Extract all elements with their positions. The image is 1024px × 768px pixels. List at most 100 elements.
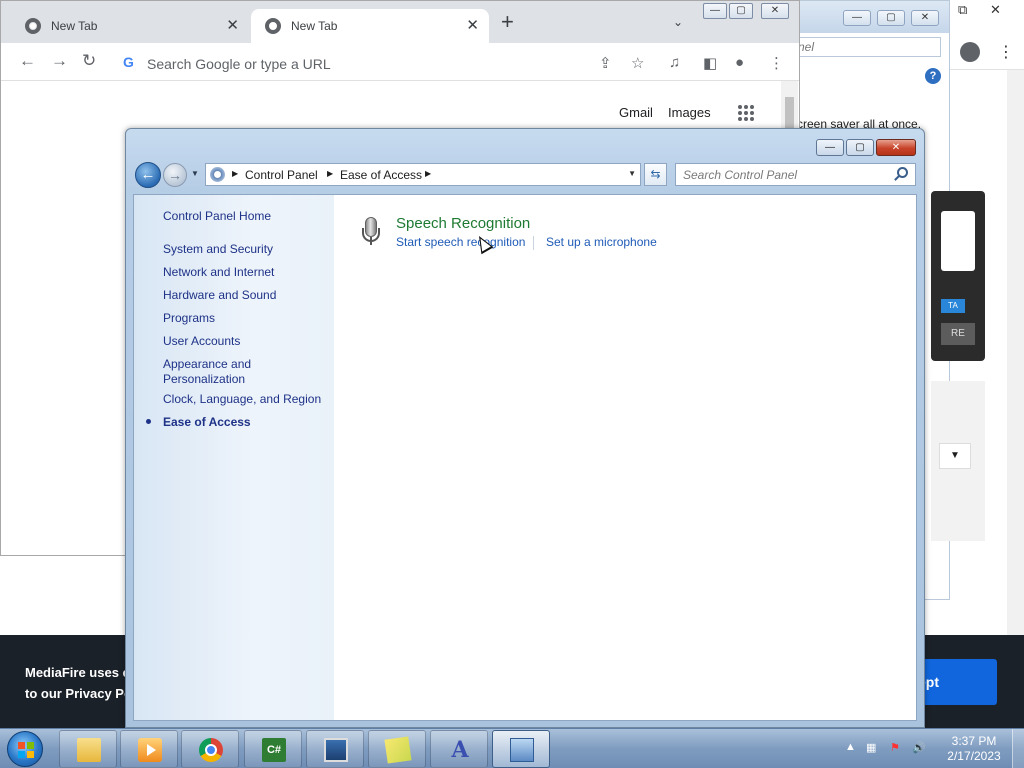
- share-icon[interactable]: ⇪: [599, 54, 612, 72]
- breadcrumb-control-panel[interactable]: Control Panel: [245, 168, 318, 182]
- breadcrumb-separator[interactable]: ▶: [327, 169, 333, 178]
- set-up-microphone-link[interactable]: Set up a microphone: [546, 235, 657, 249]
- google-g-icon: G: [123, 54, 134, 70]
- nav-hardware-and-sound[interactable]: Hardware and Sound: [163, 288, 276, 303]
- background-window-titlebar: — ▢ ✕: [791, 1, 949, 33]
- search-placeholder: Search Control Panel: [683, 168, 798, 182]
- help-icon[interactable]: ?: [925, 68, 941, 84]
- star-icon[interactable]: ☆: [631, 54, 644, 72]
- search-icon[interactable]: [897, 167, 908, 178]
- breadcrumb-separator[interactable]: ▶: [425, 169, 431, 178]
- new-tab-button[interactable]: +: [501, 11, 514, 33]
- sticky-notes-icon: [384, 736, 412, 764]
- folder-icon: [77, 738, 101, 762]
- nav-clock-language-and-region[interactable]: Clock, Language, and Region: [163, 392, 321, 407]
- tab-new-tab-2[interactable]: New Tab ✕: [251, 9, 489, 43]
- minimize-button[interactable]: —: [703, 3, 727, 19]
- windows-logo-icon: [18, 742, 34, 758]
- taskbar-media-player[interactable]: [120, 730, 178, 768]
- media-controls-icon[interactable]: ♫: [669, 54, 680, 71]
- gmail-link[interactable]: Gmail: [619, 105, 653, 120]
- taskbar-windows-explorer[interactable]: [59, 730, 117, 768]
- close-icon[interactable]: ✕: [466, 16, 479, 34]
- csharp-icon: C#: [262, 738, 286, 762]
- window-controls: — ▢ ✕: [814, 139, 916, 156]
- close-button[interactable]: ✕: [911, 10, 939, 26]
- start-speech-recognition-link[interactable]: Start speech recognition: [396, 235, 525, 249]
- close-button[interactable]: ✕: [761, 3, 789, 19]
- media-player-icon: [138, 738, 162, 762]
- background-panel-box: [941, 211, 975, 271]
- volume-icon[interactable]: 🔊: [912, 741, 926, 754]
- chevron-down-icon[interactable]: ▼: [939, 443, 971, 469]
- background-browser-toolbar: ⧉ ✕ ⋮: [940, 0, 1024, 70]
- maximize-button[interactable]: ▢: [877, 10, 905, 26]
- nav-network-and-internet[interactable]: Network and Internet: [163, 265, 274, 280]
- chevron-down-icon[interactable]: ▼: [628, 169, 636, 178]
- scrollbar-thumb[interactable]: [785, 97, 794, 129]
- speech-recognition-title[interactable]: Speech Recognition: [396, 215, 530, 232]
- breadcrumb-separator[interactable]: ▶: [232, 169, 238, 178]
- images-link[interactable]: Images: [668, 105, 711, 120]
- background-panel-button[interactable]: RE: [941, 323, 975, 345]
- scrollbar[interactable]: [1007, 70, 1024, 728]
- show-desktop-button[interactable]: [1012, 729, 1024, 768]
- reload-icon[interactable]: ↻: [82, 51, 96, 71]
- omnibox[interactable]: G Search Google or type a URL ⇪ ☆ ♫ ◧ ● …: [113, 48, 793, 78]
- minimize-button[interactable]: —: [816, 139, 844, 156]
- network-icon[interactable]: ▦: [866, 741, 876, 754]
- nav-programs[interactable]: Programs: [163, 311, 215, 326]
- taskbar-control-panel[interactable]: [492, 730, 550, 768]
- forward-arrow-icon[interactable]: →: [51, 51, 68, 71]
- back-button[interactable]: ←: [135, 162, 161, 188]
- menu-kebab-icon[interactable]: ⋮: [769, 54, 784, 72]
- scrollbar[interactable]: [781, 81, 798, 129]
- microphone-head: [365, 217, 377, 237]
- taskbar-remote-desktop[interactable]: [306, 730, 364, 768]
- nav-system-and-security[interactable]: System and Security: [163, 242, 273, 257]
- nav-user-accounts[interactable]: User Accounts: [163, 334, 240, 349]
- apps-grid-icon[interactable]: [738, 105, 754, 121]
- taskbar-sticky-notes[interactable]: [368, 730, 426, 768]
- action-center-flag-icon[interactable]: ⚑: [890, 741, 900, 754]
- background-search-field[interactable]: nel: [791, 37, 941, 57]
- nav-control-panel-home[interactable]: Control Panel Home: [163, 209, 271, 224]
- system-clock[interactable]: 3:37 PM 2/17/2023: [944, 734, 1004, 764]
- control-panel-content: Control Panel Home System and Security N…: [133, 194, 917, 721]
- clock-date: 2/17/2023: [947, 749, 1001, 763]
- maximize-button[interactable]: ▢: [729, 3, 753, 19]
- tab-label: New Tab: [291, 19, 338, 33]
- profile-icon[interactable]: ●: [735, 54, 744, 71]
- side-panel-icon[interactable]: ◧: [703, 54, 717, 72]
- cookie-text-line-1: MediaFire uses c: [25, 665, 130, 680]
- maximize-button[interactable]: ▢: [846, 139, 874, 156]
- close-icon[interactable]: ✕: [226, 16, 239, 34]
- profile-avatar[interactable]: [960, 42, 980, 62]
- chrome-icon: [25, 18, 41, 34]
- nav-ease-of-access: Ease of Access: [163, 415, 251, 429]
- minimize-button[interactable]: —: [843, 10, 871, 26]
- cookie-text: MediaFire uses c to our Privacy Po: [25, 662, 132, 704]
- refresh-button[interactable]: ⇆: [644, 163, 667, 186]
- taskbar-csharp-editor[interactable]: C#: [244, 730, 302, 768]
- breadcrumb-ease-of-access[interactable]: Ease of Access: [340, 168, 422, 182]
- browser-toolbar: ← → ↻ G Search Google or type a URL ⇪ ☆ …: [1, 43, 799, 81]
- nav-appearance-and-personalization[interactable]: Appearance and Personalization: [163, 357, 273, 387]
- start-button[interactable]: [7, 731, 43, 767]
- recent-pages-dropdown[interactable]: ▼: [191, 169, 199, 178]
- taskbar-accessibility[interactable]: A: [430, 730, 488, 768]
- address-bar[interactable]: ▶ Control Panel ▶ Ease of Access ▶ ▼: [205, 163, 641, 186]
- tab-new-tab-1[interactable]: New Tab ✕: [11, 9, 249, 43]
- search-control-panel-input[interactable]: Search Control Panel: [675, 163, 916, 186]
- menu-kebab-icon[interactable]: ⋮: [998, 42, 1014, 62]
- accessibility-icon: A: [451, 737, 469, 763]
- show-hidden-icons-button[interactable]: ▲: [845, 741, 856, 753]
- restore-icon[interactable]: ⧉: [958, 2, 967, 18]
- back-arrow-icon[interactable]: ←: [19, 51, 36, 71]
- forward-button[interactable]: →: [163, 163, 187, 187]
- close-button[interactable]: ✕: [876, 139, 916, 156]
- taskbar-google-chrome[interactable]: [181, 730, 239, 768]
- close-icon[interactable]: ✕: [990, 2, 1001, 18]
- clock-time: 3:37 PM: [951, 734, 997, 748]
- chevron-down-icon[interactable]: ⌄: [673, 15, 683, 29]
